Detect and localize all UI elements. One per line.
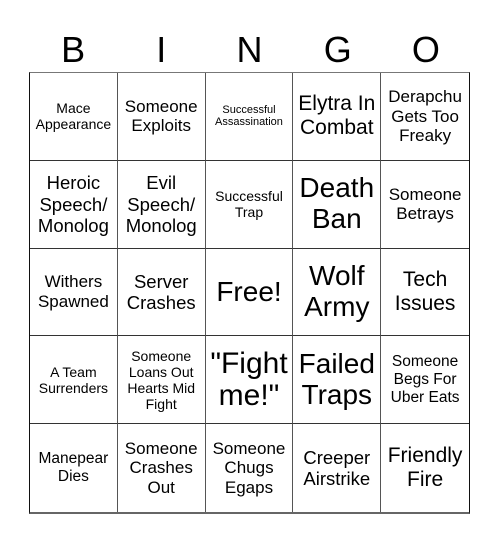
bingo-grid: Mace Appearance Someone Exploits Success… — [29, 72, 470, 514]
header-letter-g: G — [323, 29, 352, 70]
bingo-cell[interactable]: Someone Betrays — [381, 161, 469, 249]
bingo-cell[interactable]: Someone Chugs Egaps — [206, 424, 294, 512]
header-letter-i: I — [156, 29, 167, 70]
header-letter-n: N — [236, 29, 263, 70]
bingo-cell[interactable]: Friendly Fire — [381, 424, 469, 512]
bingo-cell[interactable]: Someone Crashes Out — [118, 424, 206, 512]
bingo-cell[interactable]: Successful Trap — [205, 160, 294, 249]
bingo-cell[interactable]: Heroic Speech/ Monolog — [30, 160, 118, 249]
bingo-cell[interactable]: Failed Traps — [293, 336, 382, 425]
bingo-cell[interactable]: Mace Appearance — [30, 73, 118, 161]
header-letter-b: B — [61, 29, 86, 70]
bingo-cell[interactable]: Successful Assassination — [205, 73, 294, 161]
bingo-header: B I N G O — [29, 28, 470, 72]
bingo-cell[interactable]: "Fight me!" — [205, 336, 294, 425]
bingo-cell[interactable]: Derapchu Gets Too Freaky — [381, 73, 469, 161]
bingo-cell[interactable]: Evil Speech/ Monolog — [117, 160, 206, 249]
bingo-cell[interactable]: Someone Begs For Uber Eats — [381, 336, 469, 425]
header-letter-o: O — [411, 29, 440, 70]
bingo-cell[interactable]: Elytra In Combat — [293, 73, 382, 161]
bingo-cell[interactable]: Someone Exploits — [117, 73, 206, 161]
bingo-cell[interactable]: Creeper Airstrike — [293, 424, 382, 512]
bingo-cell[interactable]: Server Crashes — [117, 248, 206, 337]
bingo-cell[interactable]: Wolf Army — [293, 248, 382, 337]
bingo-cell[interactable]: A Team Surrenders — [30, 336, 118, 425]
bingo-cell[interactable]: Manepear Dies — [30, 424, 118, 512]
free-space-cell[interactable]: Free! — [205, 248, 294, 337]
bingo-cell[interactable]: Tech Issues — [381, 249, 469, 337]
bingo-cell[interactable]: Someone Loans Out Hearts Mid Fight — [117, 336, 206, 425]
bingo-cell[interactable]: Death Ban — [293, 160, 382, 249]
bingo-cell[interactable]: Withers Spawned — [30, 248, 118, 337]
